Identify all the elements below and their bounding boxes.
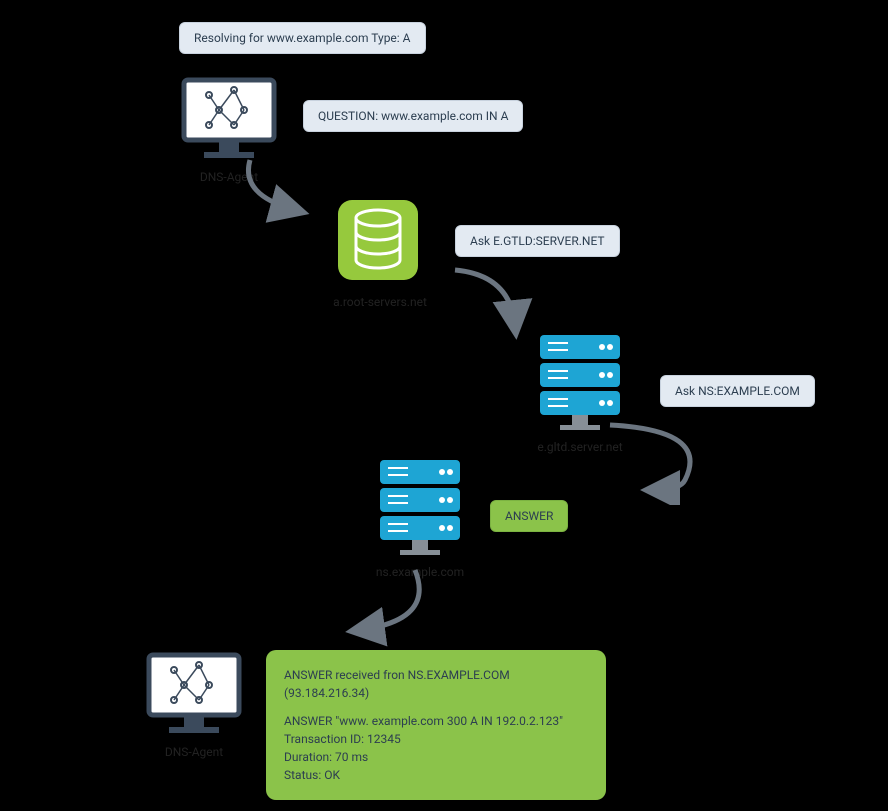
root-server: [328, 190, 428, 294]
dns-agent-bottom: [144, 650, 244, 744]
bubble-ask-gtld-text: Ask E.GTLD:SERVER.NET: [470, 234, 605, 248]
answer-line4: Duration: 70 ms: [284, 748, 588, 766]
bubble-ask-ns-text: Ask NS:EXAMPLE.COM: [675, 384, 800, 398]
label-root: a.root-servers.net: [320, 295, 440, 309]
server-icon: [370, 455, 470, 565]
answer-box: ANSWER received fron NS.EXAMPLE.COM (93.…: [266, 650, 606, 800]
answer-line5: Status: OK: [284, 766, 588, 784]
dns-agent-top: [179, 75, 279, 169]
bubble-resolving-text: Resolving for www.example.com Type: A: [194, 31, 411, 45]
answer-line2: ANSWER "www. example.com 300 A IN 192.0.…: [284, 712, 588, 730]
label-gtld: e.gltd.server.net: [520, 440, 640, 454]
answer-line3: Transaction ID: 12345: [284, 730, 588, 748]
label-ns: ns.example.com: [360, 565, 480, 579]
bubble-resolving: Resolving for www.example.com Type: A: [179, 22, 426, 54]
bubble-answer-text: ANSWER: [505, 509, 553, 523]
monitor-icon: [144, 650, 244, 740]
server-icon: [530, 330, 630, 440]
database-icon: [328, 190, 428, 290]
bubble-question: QUESTION: www.example.com IN A: [303, 100, 523, 132]
bubble-ask-gtld: Ask E.GTLD:SERVER.NET: [455, 225, 620, 257]
gtld-server: [530, 330, 630, 444]
ns-server: [370, 455, 470, 569]
bubble-question-text: QUESTION: www.example.com IN A: [318, 109, 508, 123]
label-agent-bottom: DNS-Agent: [134, 745, 254, 759]
label-agent-top: DNS-Agent: [169, 170, 289, 184]
bubble-answer: ANSWER: [490, 500, 568, 532]
monitor-icon: [179, 75, 279, 165]
answer-line1: ANSWER received fron NS.EXAMPLE.COM (93.…: [284, 666, 588, 702]
bubble-ask-ns: Ask NS:EXAMPLE.COM: [660, 375, 815, 407]
